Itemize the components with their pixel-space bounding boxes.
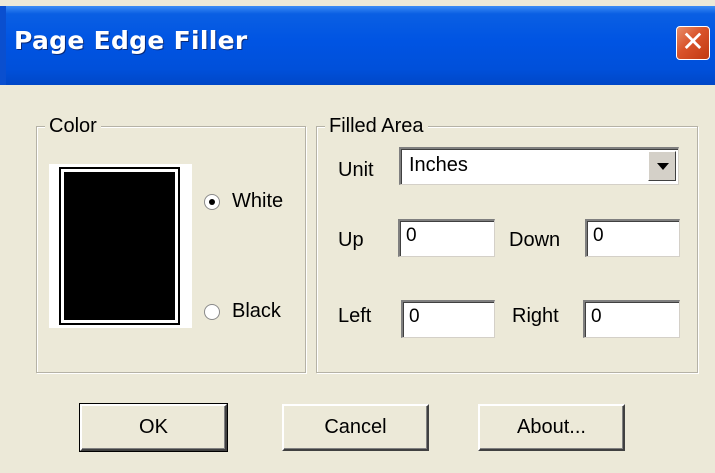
about-button[interactable]: About...: [478, 404, 625, 451]
black-radio-option[interactable]: Black: [204, 300, 281, 323]
window-title: Page Edge Filler: [14, 26, 248, 55]
up-label: Up: [338, 229, 364, 251]
cancel-button[interactable]: Cancel: [282, 404, 429, 451]
white-radio-option[interactable]: White: [204, 190, 283, 213]
close-icon: ✕: [681, 26, 705, 57]
ok-button[interactable]: OK: [79, 403, 228, 452]
white-radio-label: White: [232, 190, 284, 212]
page-edge-filler-dialog: Page Edge Filler ✕ Color White Black Fil…: [0, 0, 715, 473]
filled-area-legend: Filled Area: [325, 114, 428, 138]
white-radio-button[interactable]: [204, 193, 220, 210]
black-radio-label: Black: [232, 300, 281, 322]
down-label: Down: [509, 229, 561, 251]
close-button[interactable]: ✕: [676, 26, 710, 60]
title-bar-edge: [0, 6, 6, 85]
right-input[interactable]: 0: [583, 300, 680, 338]
left-input[interactable]: 0: [401, 300, 495, 338]
color-preview-page: [64, 172, 175, 320]
unit-label: Unit: [338, 159, 374, 181]
down-input[interactable]: 0: [585, 219, 680, 257]
unit-select-value: Inches: [409, 154, 468, 176]
up-input[interactable]: 0: [398, 219, 495, 257]
color-legend: Color: [45, 114, 101, 138]
right-label: Right: [512, 305, 559, 327]
black-radio-button[interactable]: [204, 303, 220, 320]
chevron-down-icon[interactable]: [648, 151, 676, 181]
left-label: Left: [338, 305, 372, 327]
unit-select[interactable]: Inches: [399, 147, 679, 185]
